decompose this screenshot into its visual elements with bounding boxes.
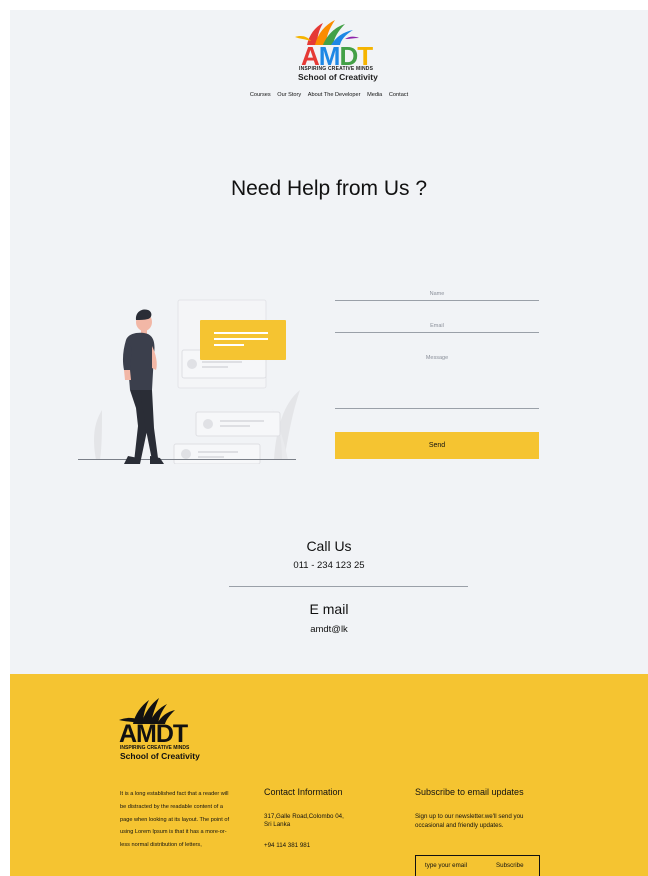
help-illustration (78, 299, 300, 464)
nav-item-about-developer[interactable]: About The Developer (308, 92, 361, 98)
site-logo[interactable]: AMDT INSPIRING CREATIVE MINDS School of … (293, 17, 378, 87)
subscribe-email-input[interactable] (425, 862, 487, 869)
newsletter-text: Sign up to our newsletter.we'll send you… (415, 813, 524, 829)
send-button[interactable]: Send (335, 432, 539, 459)
main-nav: Courses Our Story About The Developer Me… (10, 92, 648, 98)
page-title: Need Help from Us ? (230, 177, 428, 200)
call-us-number[interactable]: 011 - 234 123 25 (10, 560, 648, 571)
name-field-label: Name (429, 291, 445, 297)
nav-item-media[interactable]: Media (367, 92, 382, 98)
nav-item-our-story[interactable]: Our Story (277, 92, 301, 98)
newsletter-title: Subscribe to email updates (415, 787, 524, 797)
footer-about-text: It is a long established fact that a rea… (120, 791, 230, 849)
logo-school-name: School of Creativity (298, 72, 378, 82)
footer-logo-school-name: School of Creativity (120, 751, 200, 761)
contact-phone[interactable]: +94 114 381 981 (264, 842, 310, 851)
nav-item-contact[interactable]: Contact (389, 92, 408, 98)
call-us-title: Call Us (306, 538, 352, 554)
section-divider (229, 586, 468, 587)
page: AMDT INSPIRING CREATIVE MINDS School of … (10, 10, 648, 876)
message-field[interactable] (335, 408, 539, 409)
subscribe-form: Subscribe (415, 855, 540, 876)
message-field-label: Message (425, 355, 449, 361)
name-field[interactable] (335, 300, 539, 301)
footer-logo[interactable]: AMDT INSPIRING CREATIVE MINDS School of … (115, 696, 205, 766)
email-title: E mail (309, 601, 349, 617)
email-field[interactable] (335, 332, 539, 333)
email-field-label: Email (430, 323, 444, 329)
subscribe-button[interactable]: Subscribe (496, 862, 524, 869)
contact-address-line2: Sri Lanka (264, 821, 291, 828)
nav-item-courses[interactable]: Courses (250, 92, 271, 98)
contact-info-title: Contact Information (264, 787, 343, 797)
email-address[interactable]: amdt@lk (10, 624, 648, 635)
footer: AMDT INSPIRING CREATIVE MINDS School of … (10, 674, 648, 876)
